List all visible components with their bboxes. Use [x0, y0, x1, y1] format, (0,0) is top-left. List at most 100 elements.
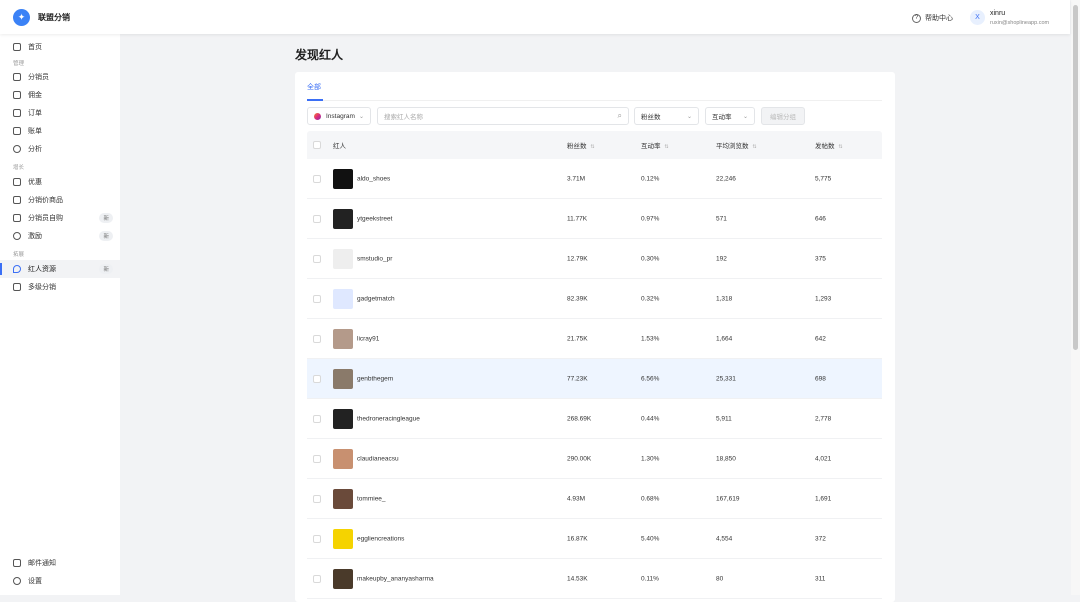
sidebar-item-label: 邮件通知 — [28, 560, 56, 567]
sidebar-item-settings[interactable]: 设置 — [0, 572, 120, 590]
sort-icon[interactable]: ⇅ — [839, 144, 843, 150]
sidebar-item-label: 账单 — [28, 128, 42, 135]
row-checkbox[interactable] — [313, 174, 321, 183]
sidebar-item-multilevel[interactable]: 多级分销 — [0, 278, 120, 296]
scrollbar-thumb[interactable] — [1073, 5, 1078, 350]
table-row[interactable]: ytgeekstreet 11.77K 0.97% 571 646 — [307, 199, 882, 239]
influencer-table: 红人 粉丝数 ⇅ 互动率 ⇅ 平均浏览数 ⇅ 发帖数 ⇅ aldo_shoes 3.71… — [307, 131, 882, 599]
posts-count: 2,778 — [815, 415, 832, 422]
avg-views: 18,850 — [716, 455, 736, 462]
instagram-icon — [314, 112, 321, 120]
sort-icon[interactable]: ⇅ — [665, 144, 669, 150]
bag-icon — [13, 196, 21, 204]
help-center-link[interactable]: ? 帮助中心 — [912, 13, 953, 23]
row-checkbox[interactable] — [313, 534, 321, 543]
posts-count: 372 — [815, 535, 826, 542]
influencer-name[interactable]: gadgetmatch — [357, 295, 395, 302]
sidebar-item-label: 首页 — [28, 44, 42, 51]
sidebar-item-incentives[interactable]: 激励 新 — [0, 227, 120, 245]
mail-icon — [13, 559, 21, 567]
avg-views: 5,911 — [716, 415, 732, 422]
influencer-name[interactable]: licray91 — [357, 335, 379, 342]
search-icon: ⌕ — [617, 111, 622, 120]
sidebar-item-commission[interactable]: 佣金 — [0, 86, 120, 104]
sidebar-item-bills[interactable]: 账单 — [0, 122, 120, 140]
search-input[interactable]: 搜索红人名称 ⌕ — [377, 107, 629, 125]
table-row[interactable]: makeupby_ananyasharma 14.53K 0.11% 80 31… — [307, 559, 882, 599]
pie-chart-icon — [13, 145, 21, 153]
sidebar-item-influencers[interactable]: 红人资源 新 — [0, 260, 120, 278]
row-checkbox[interactable] — [313, 454, 321, 463]
sidebar-item-discounts[interactable]: 优惠 — [0, 173, 120, 191]
sidebar-item-self-purchase[interactable]: 分销员自购 新 — [0, 209, 120, 227]
header-fans[interactable]: 粉丝数 ⇅ — [567, 140, 595, 150]
influencer-avatar — [333, 489, 353, 509]
sort-icon[interactable]: ⇅ — [753, 144, 757, 150]
avg-views: 25,331 — [716, 375, 736, 382]
posts-count: 646 — [815, 215, 826, 222]
rate-filter-select[interactable]: 互动率 ⌄ — [705, 107, 755, 125]
influencer-name[interactable]: makeupby_ananyasharma — [357, 575, 434, 582]
brand-name: 联盟分销 — [38, 13, 70, 22]
table-row[interactable]: aldo_shoes 3.71M 0.12% 22,246 5,775 — [307, 159, 882, 199]
list-icon — [13, 283, 21, 291]
row-checkbox[interactable] — [313, 334, 321, 343]
edit-group-button[interactable]: 编辑分组 — [761, 107, 805, 125]
avatar[interactable]: X — [970, 10, 985, 25]
row-checkbox[interactable] — [313, 414, 321, 423]
row-checkbox[interactable] — [313, 574, 321, 583]
sidebar-item-affiliates[interactable]: 分销员 — [0, 68, 120, 86]
row-checkbox[interactable] — [313, 294, 321, 303]
avg-views: 571 — [716, 215, 727, 222]
sidebar-item-home[interactable]: 首页 — [0, 38, 120, 56]
engagement-rate: 1.53% — [641, 335, 660, 342]
row-checkbox[interactable] — [313, 494, 321, 503]
influencer-name[interactable]: tommiee_ — [357, 495, 386, 502]
row-checkbox[interactable] — [313, 214, 321, 223]
group-label: 拓展 — [13, 252, 25, 258]
user-email: ruxin@shoplineapp.com — [990, 20, 1050, 26]
platform-select[interactable]: Instagram ⌄ — [307, 107, 371, 125]
sidebar: 首页 管理 分销员 佣金 订单 账单 分析 增长 优惠 分销价商品 分销员自购新… — [0, 34, 120, 595]
sidebar-item-email[interactable]: 邮件通知 — [0, 554, 120, 572]
fans-count: 3.71M — [567, 175, 586, 182]
influencer-avatar — [333, 529, 353, 549]
user-name[interactable]: xinru — [990, 10, 1005, 17]
influencer-name[interactable]: eggliencreations — [357, 535, 404, 542]
header-rate[interactable]: 互动率 ⇅ — [641, 140, 669, 150]
influencer-name[interactable]: claudianeacsu — [357, 455, 399, 462]
sidebar-item-orders[interactable]: 订单 — [0, 104, 120, 122]
select-all-checkbox[interactable] — [313, 141, 321, 149]
engagement-rate: 6.56% — [641, 375, 660, 382]
table-row[interactable]: tommiee_ 4.93M 0.68% 167,619 1,691 — [307, 479, 882, 519]
header-influencer: 红人 — [333, 143, 346, 150]
sort-icon[interactable]: ⇅ — [591, 144, 595, 150]
posts-count: 375 — [815, 255, 826, 262]
sidebar-item-analytics[interactable]: 分析 — [0, 140, 120, 158]
posts-count: 1,691 — [815, 495, 832, 502]
header-views[interactable]: 平均浏览数 ⇅ — [716, 140, 757, 150]
row-checkbox[interactable] — [313, 254, 321, 263]
group-label: 管理 — [13, 61, 25, 67]
table-row[interactable]: licray91 21.75K 1.53% 1,664 642 — [307, 319, 882, 359]
tab-all[interactable]: 全部 — [307, 82, 321, 92]
influencer-name[interactable]: smstudio_pr — [357, 255, 392, 262]
table-row[interactable]: genbthegem 77.23K 6.56% 25,331 698 — [307, 359, 882, 399]
table-row[interactable]: thedroneracingleague 268.69K 0.44% 5,911… — [307, 399, 882, 439]
table-row[interactable]: claudianeacsu 290.00K 1.30% 18,850 4,021 — [307, 439, 882, 479]
influencer-name[interactable]: aldo_shoes — [357, 175, 390, 182]
table-row[interactable]: smstudio_pr 12.79K 0.30% 192 375 — [307, 239, 882, 279]
table-row[interactable]: gadgetmatch 82.39K 0.32% 1,318 1,293 — [307, 279, 882, 319]
header-posts[interactable]: 发帖数 ⇅ — [815, 140, 843, 150]
header-label: 粉丝数 — [567, 143, 587, 150]
influencer-name[interactable]: ytgeekstreet — [357, 215, 392, 222]
sidebar-item-affiliate-products[interactable]: 分销价商品 — [0, 191, 120, 209]
sidebar-item-label: 设置 — [28, 578, 42, 585]
table-row[interactable]: eggliencreations 16.87K 5.40% 4,554 372 — [307, 519, 882, 559]
avg-views: 167,619 — [716, 495, 740, 502]
fans-filter-select[interactable]: 粉丝数 ⌄ — [634, 107, 699, 125]
row-checkbox[interactable] — [313, 374, 321, 383]
avg-views: 1,318 — [716, 295, 733, 302]
influencer-name[interactable]: thedroneracingleague — [357, 415, 420, 422]
influencer-name[interactable]: genbthegem — [357, 375, 393, 382]
